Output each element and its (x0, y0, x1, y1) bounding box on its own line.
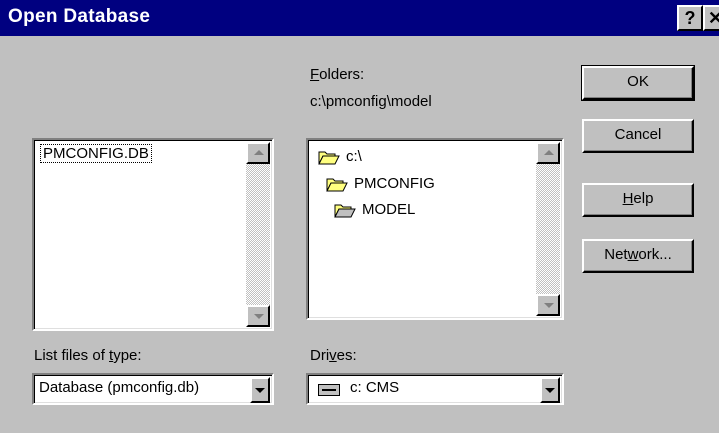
file-type-select[interactable]: Database (pmconfig.db) (32, 373, 274, 405)
folder-name: MODEL (362, 201, 416, 218)
drive-icon (318, 384, 340, 396)
scroll-up-button[interactable] (246, 142, 270, 164)
folder-tree-scrollbar[interactable] (536, 142, 560, 316)
folder-tree[interactable]: c:\ PMCONFIG MODEL (306, 138, 564, 320)
drives-select[interactable]: c: CMS (306, 373, 564, 405)
chevron-down-icon (545, 388, 555, 393)
scroll-down-button[interactable] (536, 294, 560, 316)
arrow-down-icon (254, 314, 264, 319)
folder-item-model[interactable]: MODEL (334, 201, 415, 218)
file-type-value: Database (pmconfig.db) (39, 379, 200, 396)
arrow-down-icon (544, 303, 554, 308)
file-list[interactable]: PMCONFIG.DB (32, 138, 274, 331)
folder-name: c:\ (346, 148, 362, 165)
file-type-dropdown-button[interactable] (250, 377, 270, 403)
help-title-button[interactable]: ? (677, 5, 703, 31)
drives-label: Drives: (310, 347, 357, 364)
folders-label: Folders: (310, 66, 365, 83)
drive-value: c: CMS (350, 379, 400, 396)
window-title: Open Database (8, 6, 151, 27)
file-list-scrollbar[interactable] (246, 142, 270, 327)
list-item[interactable]: PMCONFIG.DB (40, 144, 152, 163)
title-bar[interactable]: Open Database ? ✕ (0, 0, 719, 36)
scroll-up-button[interactable] (536, 142, 560, 164)
network-button[interactable]: Network... (582, 239, 694, 273)
cancel-button[interactable]: Cancel (582, 119, 694, 153)
drives-dropdown-button[interactable] (540, 377, 560, 403)
arrow-up-icon (544, 150, 554, 155)
folder-name: PMCONFIG (354, 175, 435, 192)
arrow-up-icon (254, 150, 264, 155)
current-folder-path: c:\pmconfig\model (310, 93, 432, 110)
help-button[interactable]: Help (582, 183, 694, 217)
close-button[interactable]: ✕ (703, 5, 719, 31)
open-folder-icon (334, 204, 356, 217)
scroll-down-button[interactable] (246, 305, 270, 327)
chevron-down-icon (255, 388, 265, 393)
open-folder-icon (326, 178, 348, 191)
open-folder-icon (318, 151, 340, 164)
file-type-label: List files of type: (34, 347, 142, 364)
ok-button[interactable]: OK (581, 65, 695, 101)
folder-item-pmconfig[interactable]: PMCONFIG (326, 175, 435, 192)
open-database-dialog: Open Database ? ✕ Folders: c:\pmconfig\m… (0, 0, 719, 433)
folder-item-root[interactable]: c:\ (318, 148, 362, 165)
